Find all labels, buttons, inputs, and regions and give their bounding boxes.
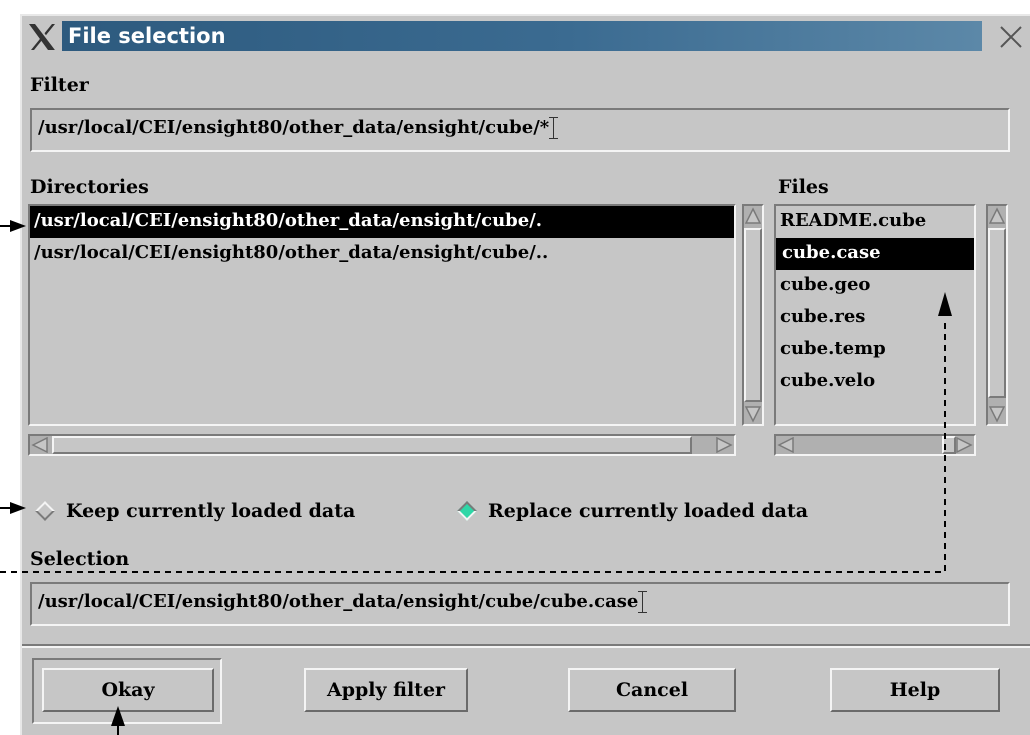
filter-value: /usr/local/CEI/ensight80/other_data/ensi…: [38, 117, 550, 138]
replace-data-radio[interactable]: Replace currently loaded data: [456, 500, 808, 522]
keep-data-label: Keep currently loaded data: [66, 500, 356, 522]
scroll-down-arrow-icon[interactable]: [745, 405, 761, 423]
scroll-right-arrow-icon[interactable]: [955, 437, 973, 453]
selection-label: Selection: [30, 548, 130, 570]
scroll-right-arrow-icon[interactable]: [715, 437, 733, 453]
directories-list[interactable]: /usr/local/CEI/ensight80/other_data/ensi…: [28, 204, 736, 426]
scrollbar-thumb[interactable]: [744, 228, 762, 402]
directories-vertical-scrollbar[interactable]: [742, 204, 764, 426]
button-separator: [22, 644, 1030, 648]
file-item[interactable]: cube.temp: [776, 334, 974, 366]
x-window-logo-icon[interactable]: [26, 21, 58, 53]
file-item[interactable]: cube.res: [776, 302, 974, 334]
window-title: File selection: [62, 21, 982, 51]
title-bar[interactable]: File selection: [22, 16, 1030, 56]
scroll-left-arrow-icon[interactable]: [777, 437, 795, 453]
file-selection-dialog: File selection Filter /usr/local/CEI/ens…: [20, 14, 1030, 735]
file-item[interactable]: cube.case: [776, 238, 974, 270]
scrollbar-thumb[interactable]: [52, 436, 692, 454]
file-item[interactable]: cube.velo: [776, 366, 974, 398]
file-item[interactable]: README.cube: [776, 206, 974, 238]
scroll-up-arrow-icon[interactable]: [989, 207, 1005, 225]
selection-value: /usr/local/CEI/ensight80/other_data/ensi…: [38, 591, 639, 612]
filter-input[interactable]: /usr/local/CEI/ensight80/other_data/ensi…: [30, 108, 1010, 152]
directory-item[interactable]: /usr/local/CEI/ensight80/other_data/ensi…: [30, 206, 734, 238]
radio-on-icon: [457, 501, 477, 521]
files-vertical-scrollbar[interactable]: [986, 204, 1008, 426]
selection-input[interactable]: /usr/local/CEI/ensight80/other_data/ensi…: [30, 582, 1010, 626]
scroll-left-arrow-icon[interactable]: [31, 437, 49, 453]
filter-label: Filter: [30, 74, 89, 96]
okay-button[interactable]: Okay: [42, 668, 214, 712]
files-label: Files: [778, 176, 829, 198]
scroll-down-arrow-icon[interactable]: [989, 405, 1005, 423]
help-button[interactable]: Help: [830, 668, 1000, 712]
files-list[interactable]: README.cube cube.case cube.geo cube.res …: [774, 204, 976, 426]
apply-filter-button[interactable]: Apply filter: [304, 668, 468, 712]
directories-label: Directories: [30, 176, 149, 198]
replace-data-label: Replace currently loaded data: [488, 500, 809, 522]
files-horizontal-scrollbar[interactable]: [774, 434, 976, 456]
i-beam-cursor-icon: [638, 591, 648, 613]
cancel-button[interactable]: Cancel: [568, 668, 736, 712]
file-item[interactable]: cube.geo: [776, 270, 974, 302]
scrollbar-thumb[interactable]: [942, 436, 956, 454]
scroll-up-arrow-icon[interactable]: [745, 207, 761, 225]
close-icon[interactable]: [996, 22, 1026, 52]
directories-horizontal-scrollbar[interactable]: [28, 434, 736, 456]
scrollbar-thumb[interactable]: [988, 228, 1006, 398]
i-beam-cursor-icon: [549, 117, 559, 139]
directory-item[interactable]: /usr/local/CEI/ensight80/other_data/ensi…: [30, 238, 734, 270]
radio-off-icon: [35, 501, 55, 521]
keep-data-radio[interactable]: Keep currently loaded data: [34, 500, 355, 522]
